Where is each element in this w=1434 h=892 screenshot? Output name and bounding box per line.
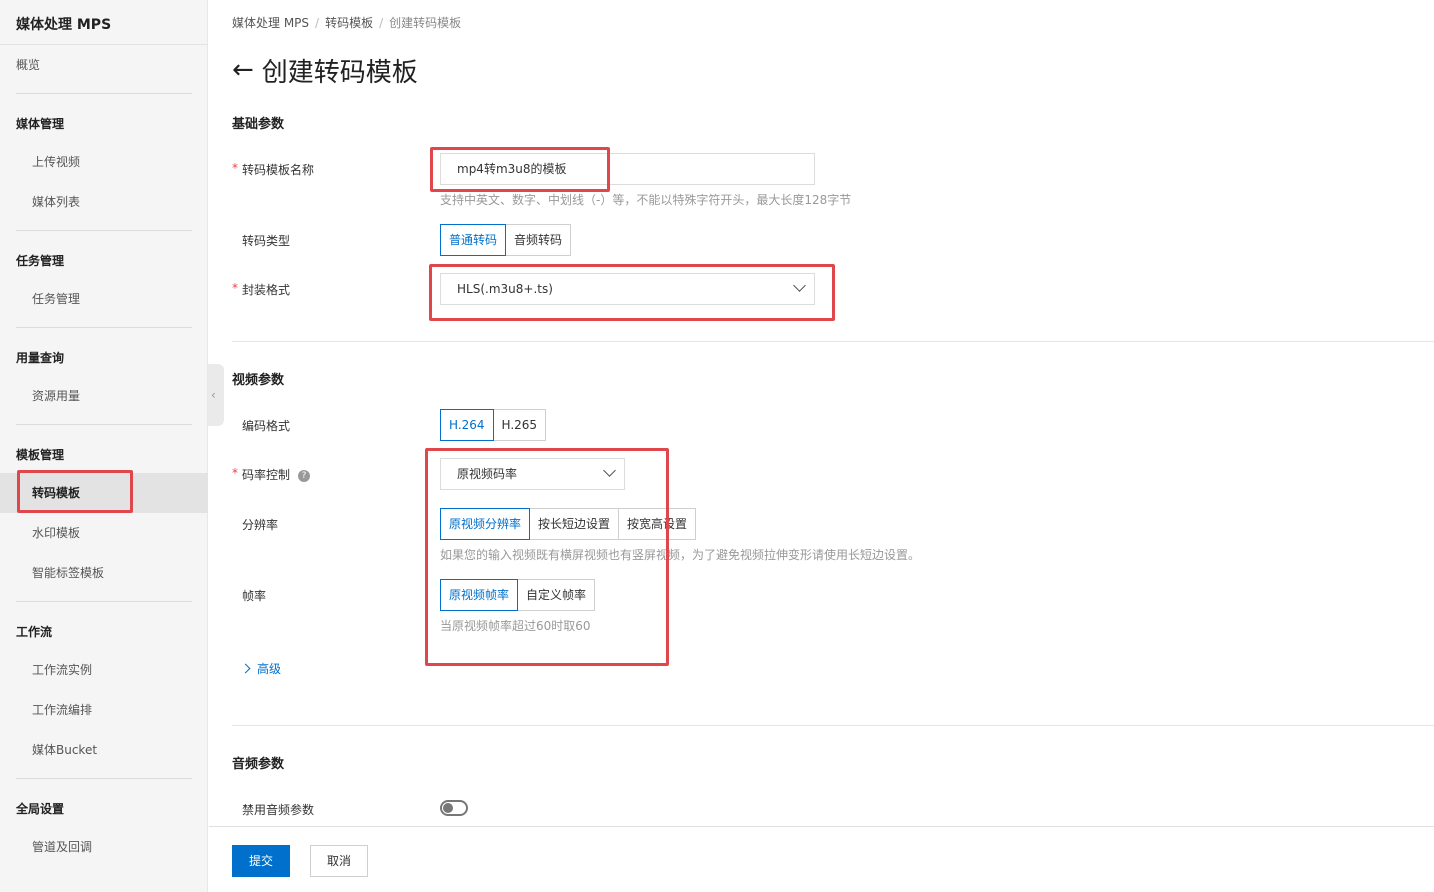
breadcrumb-item-current: 创建转码模板 (389, 16, 462, 30)
switch-knob (443, 803, 453, 813)
required-mark: * (232, 161, 238, 175)
transcode-type-audio[interactable]: 音频转码 (505, 224, 572, 256)
sidebar-item-transcode-template[interactable]: 转码模板 (0, 473, 208, 513)
required-mark: * (232, 466, 238, 480)
container-format-select[interactable]: HLS(.m3u8+.ts) (440, 273, 815, 305)
sidebar-group-usage: 用量查询 (16, 351, 65, 365)
bitrate-control-select[interactable]: 原视频码率 (440, 458, 625, 490)
chevron-down-icon (603, 464, 616, 477)
breadcrumb: 媒体处理 MPS / 转码模板 / 创建转码模板 (232, 14, 461, 31)
sidebar-item-watermark-template[interactable]: 水印模板 (0, 513, 208, 553)
sidebar-group-template: 模板管理 (16, 448, 65, 462)
sidebar-item-overview[interactable]: 概览 (0, 45, 208, 85)
section-title-audio: 音频参数 (232, 757, 285, 772)
codec-h265[interactable]: H.265 (492, 409, 547, 441)
sidebar-group-workflow: 工作流 (16, 625, 53, 639)
resolution-label: 分辨率 (242, 518, 279, 532)
chevron-down-icon (793, 279, 806, 292)
breadcrumb-separator: / (379, 16, 384, 30)
sidebar-group-task: 任务管理 (16, 254, 65, 268)
sidebar-item-workflow-orchestration[interactable]: 工作流编排 (0, 690, 208, 730)
sidebar-item-media-bucket[interactable]: 媒体Bucket (0, 730, 208, 770)
template-name-label: * 转码模板名称 (232, 161, 315, 177)
app-title: 媒体处理 MPS (16, 17, 112, 33)
section-divider (232, 725, 1434, 726)
page-title: 创建转码模板 (261, 57, 418, 88)
sidebar-item-media-list[interactable]: 媒体列表 (0, 182, 208, 222)
container-format-label: * 封装格式 (232, 281, 291, 297)
framerate-group: 原视频帧率 自定义帧率 (440, 579, 596, 611)
breadcrumb-item-mps[interactable]: 媒体处理 MPS (232, 16, 309, 30)
sidebar-item-resource-usage[interactable]: 资源用量 (0, 376, 208, 416)
framerate-hint: 当原视频帧率超过60时取60 (440, 619, 591, 633)
disable-audio-label: 禁用音频参数 (242, 803, 315, 817)
submit-button[interactable]: 提交 (232, 845, 290, 877)
sidebar-divider (16, 778, 192, 779)
section-title-video: 视频参数 (232, 373, 285, 388)
cancel-button[interactable]: 取消 (310, 845, 368, 877)
resolution-group: 原视频分辨率 按长短边设置 按宽高设置 (440, 508, 697, 540)
section-title-basic: 基础参数 (232, 117, 285, 132)
section-divider (232, 341, 1434, 342)
bitrate-control-value: 原视频码率 (457, 467, 518, 481)
codec-label: 编码格式 (242, 419, 291, 433)
transcode-type-normal[interactable]: 普通转码 (440, 224, 507, 256)
sidebar-group-media: 媒体管理 (16, 117, 65, 131)
framerate-original[interactable]: 原视频帧率 (440, 579, 519, 611)
sidebar-item-upload-video[interactable]: 上传视频 (0, 142, 208, 182)
sidebar-divider (16, 230, 192, 231)
form-footer: 提交 取消 (209, 826, 1434, 892)
breadcrumb-item-transcode-template[interactable]: 转码模板 (325, 16, 373, 30)
sidebar-item-task-manage[interactable]: 任务管理 (0, 279, 208, 319)
required-mark: * (232, 281, 238, 295)
sidebar-group-global: 全局设置 (16, 802, 65, 816)
transcode-type-label: 转码类型 (242, 234, 291, 248)
resolution-long-short-edge[interactable]: 按长短边设置 (529, 508, 620, 540)
disable-audio-switch[interactable] (440, 800, 468, 816)
codec-group: H.264 H.265 (440, 409, 547, 441)
sidebar: 媒体处理 MPS 概览 媒体管理 上传视频 媒体列表 任务管理 任务管理 用量查… (0, 0, 208, 892)
back-arrow-icon[interactable]: ← (232, 57, 254, 83)
advanced-toggle[interactable]: 高级 (240, 660, 281, 677)
template-name-input[interactable]: mp4转m3u8的模板 (440, 153, 815, 185)
transcode-type-group: 普通转码 音频转码 (440, 224, 572, 256)
sidebar-item-smart-tag-template[interactable]: 智能标签模板 (0, 553, 208, 593)
sidebar-divider (16, 327, 192, 328)
codec-h264[interactable]: H.264 (440, 409, 494, 441)
sidebar-item-workflow-instance[interactable]: 工作流实例 (0, 650, 208, 690)
breadcrumb-separator: / (315, 16, 320, 30)
bitrate-control-label: * 码率控制? (232, 466, 311, 483)
chevron-right-icon (240, 663, 251, 674)
resolution-width-height[interactable]: 按宽高设置 (618, 508, 697, 540)
framerate-custom[interactable]: 自定义帧率 (517, 579, 596, 611)
container-format-value: HLS(.m3u8+.ts) (457, 282, 553, 296)
resolution-original[interactable]: 原视频分辨率 (440, 508, 531, 540)
sidebar-divider (16, 424, 192, 425)
template-name-hint: 支持中英文、数字、中划线（-）等，不能以特殊字符开头，最大长度128字节 (440, 193, 852, 207)
main-content: 媒体处理 MPS / 转码模板 / 创建转码模板 ← 创建转码模板 基础参数 * 转码模板… (209, 0, 1434, 892)
page-header: ← 创建转码模板 (232, 52, 418, 88)
resolution-hint: 如果您的输入视频既有横屏视频也有竖屏视频，为了避免视频拉伸变形请使用长短边设置。 (440, 548, 921, 562)
help-icon[interactable]: ? (298, 469, 311, 482)
sidebar-divider (16, 93, 192, 94)
sidebar-divider (16, 601, 192, 602)
sidebar-item-pipeline-callback[interactable]: 管道及回调 (0, 827, 208, 867)
framerate-label: 帧率 (242, 589, 267, 603)
